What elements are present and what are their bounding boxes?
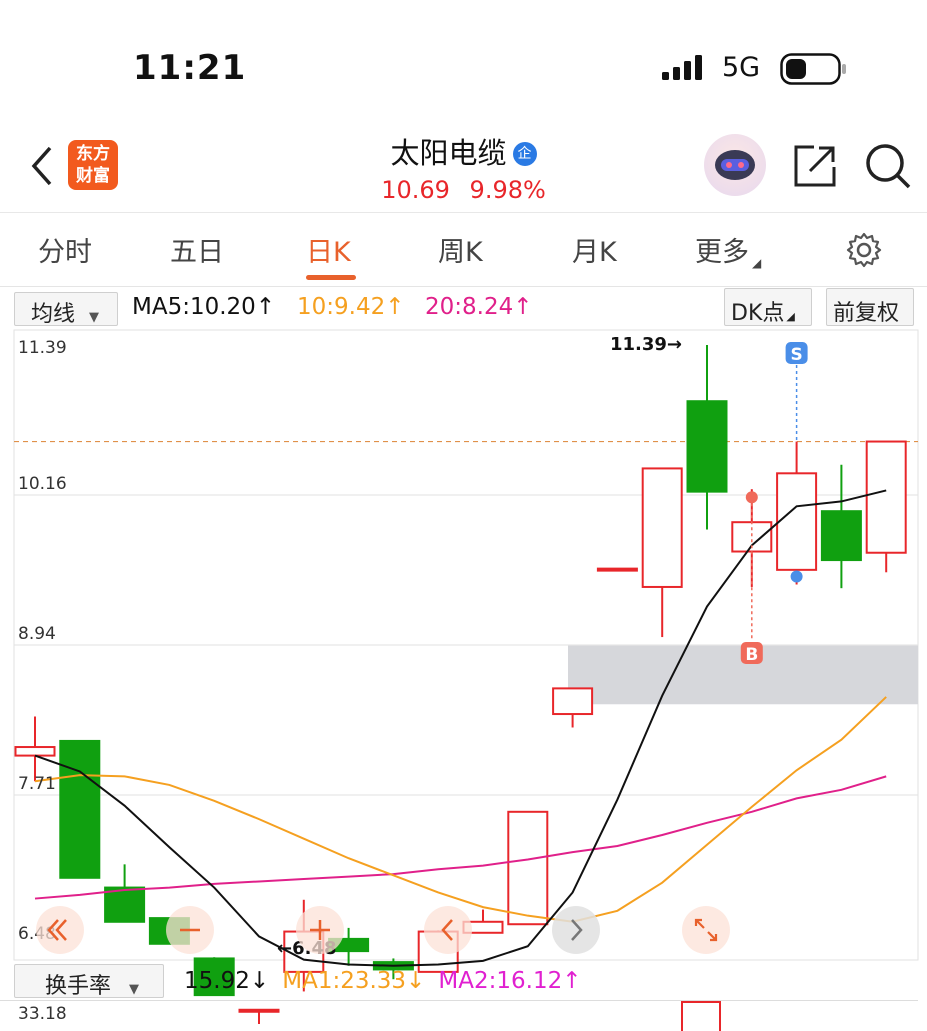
y-tick-label: 7.71 [18, 774, 56, 794]
kline-chart[interactable]: SB 11.3910.168.947.716.48 11.39→ ←6.48 [0, 0, 927, 1024]
lower-panel-top-tick: 33.18 [18, 1004, 67, 1024]
marker-dot [745, 491, 758, 504]
candle [865, 440, 907, 573]
marker-label: B [745, 645, 758, 665]
chart-grid [13, 329, 919, 961]
candle-body [641, 467, 683, 588]
y-tick-label: 11.39 [18, 338, 67, 358]
fullscreen-button[interactable] [682, 906, 730, 954]
candle-body [238, 1008, 280, 1013]
candle-body [507, 810, 549, 926]
candle-body [776, 472, 818, 571]
candle [641, 467, 683, 638]
candle [686, 345, 728, 530]
candle-body [59, 739, 101, 879]
candle-body [596, 567, 638, 572]
marker-dot [790, 570, 803, 583]
candle [507, 810, 549, 926]
candle-body [865, 440, 907, 554]
candle-body [104, 886, 146, 923]
candle [776, 441, 818, 585]
rewind-button[interactable] [36, 906, 84, 954]
turnover-selector[interactable]: 换手率 ▼ [14, 964, 164, 999]
turnover-ma1: MA1:23.33↓ [282, 968, 426, 994]
turnover-ma2: MA2:16.12↑ [438, 968, 582, 994]
candle-body [820, 510, 862, 562]
candle [238, 1008, 280, 1024]
turnover-selector-label: 换手率 [45, 974, 112, 999]
max-price-label: 11.39→ [610, 334, 682, 355]
turnover-value: 15.92↓ [184, 968, 270, 994]
turnover-ma1-text: MA1:23.33 [282, 968, 407, 994]
turnover-values: 15.92↓ MA1:23.33↓ MA2:16.12↑ [184, 968, 582, 994]
turnover-ma2-text: MA2:16.12 [438, 968, 563, 994]
candle-body [14, 746, 56, 757]
y-tick-label: 8.94 [18, 624, 56, 644]
candle-body [686, 400, 728, 493]
previous-button[interactable] [424, 906, 472, 954]
marker-label: S [790, 345, 802, 365]
buy-marker[interactable]: B [740, 491, 763, 665]
turnover-bar [681, 1001, 721, 1031]
zoom-in-button[interactable] [296, 906, 344, 954]
dropdown-arrow-icon: ▼ [129, 982, 140, 997]
candle-body [552, 687, 594, 716]
turnover-value-text: 15.92 [184, 968, 250, 994]
next-button[interactable] [552, 906, 600, 954]
candle [820, 464, 862, 589]
lower-panel-top-border [0, 1000, 918, 1001]
y-tick-label: 10.16 [18, 474, 67, 494]
ma5-line [34, 489, 887, 967]
candle [59, 739, 101, 879]
candle [104, 864, 146, 923]
candle [14, 716, 56, 782]
candle [552, 687, 594, 728]
zoom-out-button[interactable] [166, 906, 214, 954]
candle [596, 567, 638, 572]
